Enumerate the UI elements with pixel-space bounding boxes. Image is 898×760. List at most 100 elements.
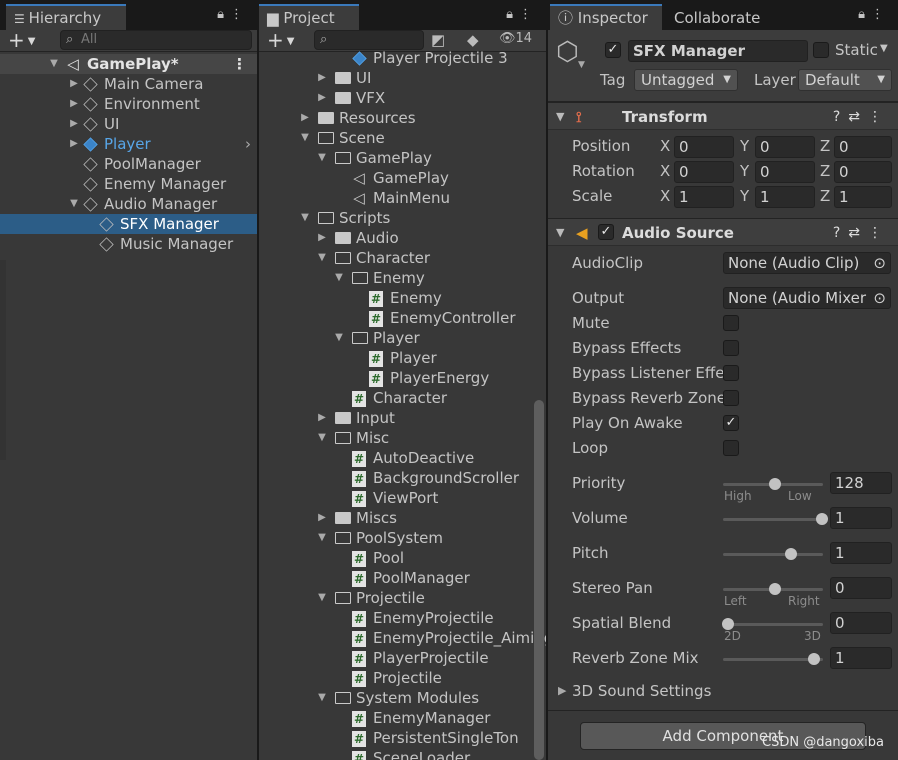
static-dropdown-icon[interactable]: ▼ xyxy=(880,43,888,54)
hierarchy-item[interactable]: Enemy Manager xyxy=(0,174,257,194)
object-picker-icon[interactable]: ⊙ xyxy=(871,288,886,308)
tab-hierarchy[interactable]: ☰ Hierarchy xyxy=(6,4,126,30)
expand-arrow-icon[interactable]: ▶ xyxy=(68,94,80,114)
project-item[interactable]: ▶ VFX xyxy=(259,88,546,108)
hierarchy-item[interactable]: ▶ Main Camera xyxy=(0,74,257,94)
volume-value-field[interactable]: 1 xyxy=(830,507,892,529)
hierarchy-search-input[interactable]: ⌕ All xyxy=(60,30,252,50)
project-item[interactable]: # EnemyController xyxy=(259,308,546,328)
expand-arrow-icon[interactable]: ▶ xyxy=(68,74,80,94)
priority-slider[interactable] xyxy=(723,478,823,490)
layer-dropdown[interactable]: Default ▼ xyxy=(798,69,892,91)
project-item[interactable]: # BackgroundScroller xyxy=(259,468,546,488)
audioclip-field[interactable]: None (Audio Clip) ⊙ xyxy=(723,252,891,274)
expand-arrow-icon[interactable]: ▼ xyxy=(48,54,60,74)
project-item[interactable]: # Character xyxy=(259,388,546,408)
pitch-value-field[interactable]: 1 xyxy=(830,542,892,564)
object-name-field[interactable]: SFX Manager xyxy=(628,40,808,62)
spatial-blend-value-field[interactable]: 0 xyxy=(830,612,892,634)
output-field[interactable]: None (Audio Mixer G ⊙ xyxy=(723,287,891,309)
slider-handle[interactable] xyxy=(784,548,797,560)
expand-arrow-icon[interactable]: ▼ xyxy=(316,148,328,168)
expand-arrow-icon[interactable]: ▶ xyxy=(316,228,328,248)
scene-row[interactable]: ▼ ◁ GamePlay* ⋮ xyxy=(0,54,257,74)
project-item[interactable]: # SceneLoader xyxy=(259,748,546,760)
project-search-input[interactable]: ⌕ xyxy=(314,30,424,50)
component-menu-icon[interactable]: ⋮ xyxy=(868,109,890,125)
hierarchy-item[interactable]: Music Manager xyxy=(0,234,257,254)
rotation-x-field[interactable]: 0 xyxy=(674,161,734,183)
expand-arrow-icon[interactable]: ▼ xyxy=(68,194,80,214)
project-item[interactable]: # EnemyProjectile xyxy=(259,608,546,628)
project-item[interactable]: # Projectile xyxy=(259,668,546,688)
project-item[interactable]: ▶ Audio xyxy=(259,228,546,248)
3d-sound-settings-foldout[interactable]: 3D Sound Settings xyxy=(572,682,711,700)
object-picker-icon[interactable]: ⊙ xyxy=(873,253,886,273)
expand-arrow-icon[interactable]: ▶ xyxy=(316,68,328,88)
expand-arrow-icon[interactable]: ▶ xyxy=(316,88,328,108)
collapse-arrow-icon[interactable]: ▼ xyxy=(556,219,564,247)
more-menu-icon[interactable]: ⋮ xyxy=(230,7,249,22)
project-item[interactable]: # PlayerProjectile xyxy=(259,648,546,668)
project-item[interactable]: # EnemyProjectile_Aiming xyxy=(259,628,546,648)
reverb-zone-mix-slider[interactable] xyxy=(723,653,823,665)
expand-arrow-icon[interactable]: ▼ xyxy=(316,248,328,268)
project-item[interactable]: # Enemy xyxy=(259,288,546,308)
hierarchy-item[interactable]: PoolManager xyxy=(0,154,257,174)
reverb-zone-mix-value-field[interactable]: 1 xyxy=(830,647,892,669)
pitch-slider[interactable] xyxy=(723,548,823,560)
project-item[interactable]: ▶ Resources xyxy=(259,108,546,128)
project-item[interactable]: ▶ Input xyxy=(259,408,546,428)
project-item[interactable]: ▼ GamePlay xyxy=(259,148,546,168)
mute-checkbox[interactable] xyxy=(723,315,739,331)
stereo-pan-value-field[interactable]: 0 xyxy=(830,577,892,599)
bypass-effects-checkbox[interactable] xyxy=(723,340,739,356)
scale-z-field[interactable]: 1 xyxy=(834,186,892,208)
active-toggle[interactable]: ✓ xyxy=(605,42,621,58)
slider-handle[interactable] xyxy=(816,513,828,525)
expand-arrow-icon[interactable]: ▼ xyxy=(316,428,328,448)
rotation-z-field[interactable]: 0 xyxy=(834,161,892,183)
volume-slider[interactable] xyxy=(723,513,828,525)
position-y-field[interactable]: 0 xyxy=(755,136,815,158)
position-x-field[interactable]: 0 xyxy=(674,136,734,158)
hierarchy-item[interactable]: ▼ Audio Manager xyxy=(0,194,257,214)
help-icon[interactable]: ? xyxy=(833,109,848,125)
chevron-right-icon[interactable]: › xyxy=(245,134,251,154)
create-button[interactable]: + ▼ xyxy=(8,30,35,52)
expand-arrow-icon[interactable]: ▶ xyxy=(68,114,80,134)
project-item[interactable]: ◁ MainMenu xyxy=(259,188,546,208)
project-item[interactable]: ▼ Enemy xyxy=(259,268,546,288)
project-scrollbar[interactable] xyxy=(534,400,544,760)
filter-by-type-icon[interactable]: ◩ xyxy=(431,31,445,49)
collapse-arrow-icon[interactable]: ▼ xyxy=(556,103,564,131)
rotation-y-field[interactable]: 0 xyxy=(755,161,815,183)
more-menu-icon[interactable]: ⋮ xyxy=(519,7,538,22)
loop-checkbox[interactable] xyxy=(723,440,739,456)
expand-arrow-icon[interactable]: ▶ xyxy=(558,684,566,697)
project-item[interactable]: ▼ Scene xyxy=(259,128,546,148)
project-item[interactable]: ▼ Projectile xyxy=(259,588,546,608)
help-icon[interactable]: ? xyxy=(833,225,848,241)
scale-x-field[interactable]: 1 xyxy=(674,186,734,208)
project-item[interactable]: ▼ Character xyxy=(259,248,546,268)
tag-dropdown[interactable]: Untagged ▼ xyxy=(634,69,738,91)
component-menu-icon[interactable]: ⋮ xyxy=(868,225,890,241)
stereo-pan-slider[interactable] xyxy=(723,583,823,595)
hierarchy-item[interactable]: SFX Manager xyxy=(0,214,257,234)
project-item[interactable]: ▶ Miscs xyxy=(259,508,546,528)
audio-source-enabled-toggle[interactable]: ✓ xyxy=(598,224,614,240)
project-item[interactable]: ▶ UI xyxy=(259,68,546,88)
lock-icon[interactable]: 🔒︎ xyxy=(506,7,519,22)
project-item[interactable]: # PlayerEnergy xyxy=(259,368,546,388)
more-menu-icon[interactable]: ⋮ xyxy=(871,7,890,22)
project-item[interactable]: # PersistentSingleTon xyxy=(259,728,546,748)
bypass-listener-effe-checkbox[interactable] xyxy=(723,365,739,381)
expand-arrow-icon[interactable]: ▼ xyxy=(316,688,328,708)
project-item[interactable]: ◁ GamePlay xyxy=(259,168,546,188)
expand-arrow-icon[interactable]: ▶ xyxy=(316,408,328,428)
project-item[interactable]: ▼ Misc xyxy=(259,428,546,448)
lock-icon[interactable]: 🔒︎ xyxy=(858,7,871,22)
presets-icon[interactable]: ⇄ xyxy=(848,225,868,241)
scale-y-field[interactable]: 1 xyxy=(755,186,815,208)
